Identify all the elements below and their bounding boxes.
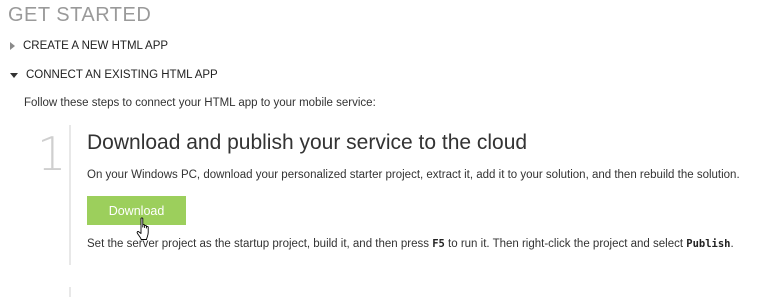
key-f5: F5 [432,238,445,250]
step-divider [69,125,71,265]
page-title: GET STARTED [8,4,152,26]
step-note-text: Set the server project as the startup pr… [87,238,433,250]
section-create-new-html-app[interactable]: CREATE A NEW HTML APP [10,40,168,52]
section-connect-existing-html-app[interactable]: CONNECT AN EXISTING HTML APP [10,69,218,81]
intro-text: Follow these steps to connect your HTML … [24,97,376,109]
section-label: CREATE A NEW HTML APP [23,40,169,52]
step-note-text: . [730,238,734,250]
step-note: Set the server project as the startup pr… [87,238,734,250]
step-heading: Download and publish your service to the… [87,131,528,154]
step-number: 1 [37,127,67,181]
section-label: CONNECT AN EXISTING HTML APP [26,69,218,81]
triangle-down-icon [10,72,18,78]
step-note-text: to run it. Then right-click the project … [444,238,687,250]
step-divider [69,287,71,297]
publish-command: Publish [686,238,731,250]
triangle-right-icon [10,42,15,50]
step-description: On your Windows PC, download your person… [87,169,740,181]
